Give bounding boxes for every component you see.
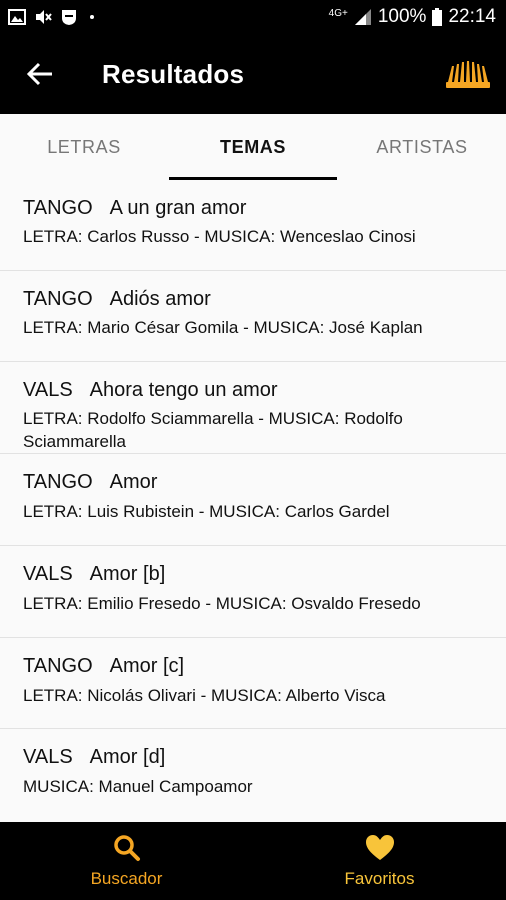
result-heading: VALS Ahora tengo un amor — [23, 379, 278, 402]
result-genre: TANGO — [23, 288, 93, 310]
status-indicators: 4G+ 100% 22:14 — [329, 6, 496, 28]
result-credits: LETRA: Nicolás Olivari - MUSICA: Alberto… — [23, 686, 386, 705]
tab-temas[interactable]: TEMAS — [169, 114, 337, 180]
result-title: Adiós amor — [109, 288, 211, 310]
result-credits: LETRA: Rodolfo Sciammarella - MUSICA: Ro… — [23, 409, 403, 451]
search-icon — [113, 835, 140, 861]
result-genre: VALS — [23, 563, 73, 585]
result-title: Amor [b] — [89, 563, 166, 585]
result-genre: VALS — [23, 379, 73, 401]
signal-icon — [354, 9, 371, 25]
result-genre: VALS — [23, 746, 73, 768]
nav-buscador-label: Buscador — [90, 869, 163, 888]
result-credits: MUSICA: Manuel Campoamor — [23, 777, 253, 796]
page-title: Resultados — [102, 59, 245, 89]
result-credits: LETRA: Emilio Fresedo - MUSICA: Osvaldo … — [23, 594, 421, 613]
status-bar: 4G+ 100% 22:14 — [0, 0, 506, 36]
result-credits: LETRA: Carlos Russo - MUSICA: Wenceslao … — [23, 227, 416, 246]
result-genre: TANGO — [23, 471, 93, 493]
network-type: 4G+ — [328, 8, 348, 19]
tab-artistas[interactable]: ARTISTAS — [338, 114, 506, 180]
list-item[interactable]: VALS Ahora tengo un amor LETRA: Rodolfo S… — [0, 362, 506, 454]
result-heading: TANGO Amor — [23, 471, 157, 494]
nav-favoritos[interactable]: Favoritos — [253, 822, 506, 900]
app-bar: Resultados — [0, 36, 506, 114]
nav-buscador[interactable]: Buscador — [0, 822, 253, 900]
result-credits: LETRA: Luis Rubistein - MUSICA: Carlos G… — [23, 502, 390, 521]
battery-percent: 100% — [377, 6, 427, 27]
result-title: Amor [c] — [109, 655, 185, 677]
list-item[interactable]: TANGO A un gran amor LETRA: Carlos Russo … — [0, 180, 506, 271]
heart-icon — [365, 835, 394, 860]
result-heading: VALS Amor [b] — [23, 563, 165, 586]
result-genre: TANGO — [23, 197, 93, 219]
bandoneon-logo-icon — [446, 61, 490, 88]
result-title: Amor [d] — [89, 746, 166, 768]
list-item[interactable]: TANGO Adiós amor LETRA: Mario César Gomil… — [0, 271, 506, 362]
mute-icon — [36, 10, 52, 24]
notification-dot — [90, 15, 94, 19]
list-item[interactable]: TANGO Amor [c] LETRA: Nicolás Olivari - M… — [0, 638, 506, 729]
list-item[interactable]: TANGO Amor LETRA: Luis Rubistein - MUSICA… — [0, 454, 506, 546]
status-notifications — [8, 8, 94, 26]
result-genre: TANGO — [23, 655, 93, 677]
result-heading: TANGO Adiós amor — [23, 288, 211, 311]
result-credits: LETRA: Mario César Gomila - MUSICA: José… — [23, 318, 423, 337]
result-title: Amor — [109, 471, 158, 493]
clock: 22:14 — [448, 6, 496, 27]
list-item[interactable]: VALS Amor [d] MUSICA: Manuel Campoamor — [0, 729, 506, 822]
gallery-icon — [8, 9, 26, 25]
result-heading: TANGO A un gran amor — [23, 197, 246, 220]
result-title: Ahora tengo un amor — [89, 379, 278, 401]
shield-icon — [62, 10, 76, 25]
tab-bar: LETRAS TEMAS ARTISTAS — [0, 114, 506, 180]
result-title: A un gran amor — [109, 197, 247, 219]
nav-favoritos-label: Favoritos — [344, 869, 415, 888]
tab-letras[interactable]: LETRAS — [0, 114, 168, 180]
list-item[interactable]: VALS Amor [b] LETRA: Emilio Fresedo - MUS… — [0, 546, 506, 638]
result-heading: TANGO Amor [c] — [23, 655, 184, 678]
result-heading: VALS Amor [d] — [23, 746, 165, 769]
battery-icon — [432, 8, 443, 26]
bottom-navigation: Buscador Favoritos — [0, 822, 506, 900]
back-arrow-icon[interactable] — [26, 60, 54, 88]
